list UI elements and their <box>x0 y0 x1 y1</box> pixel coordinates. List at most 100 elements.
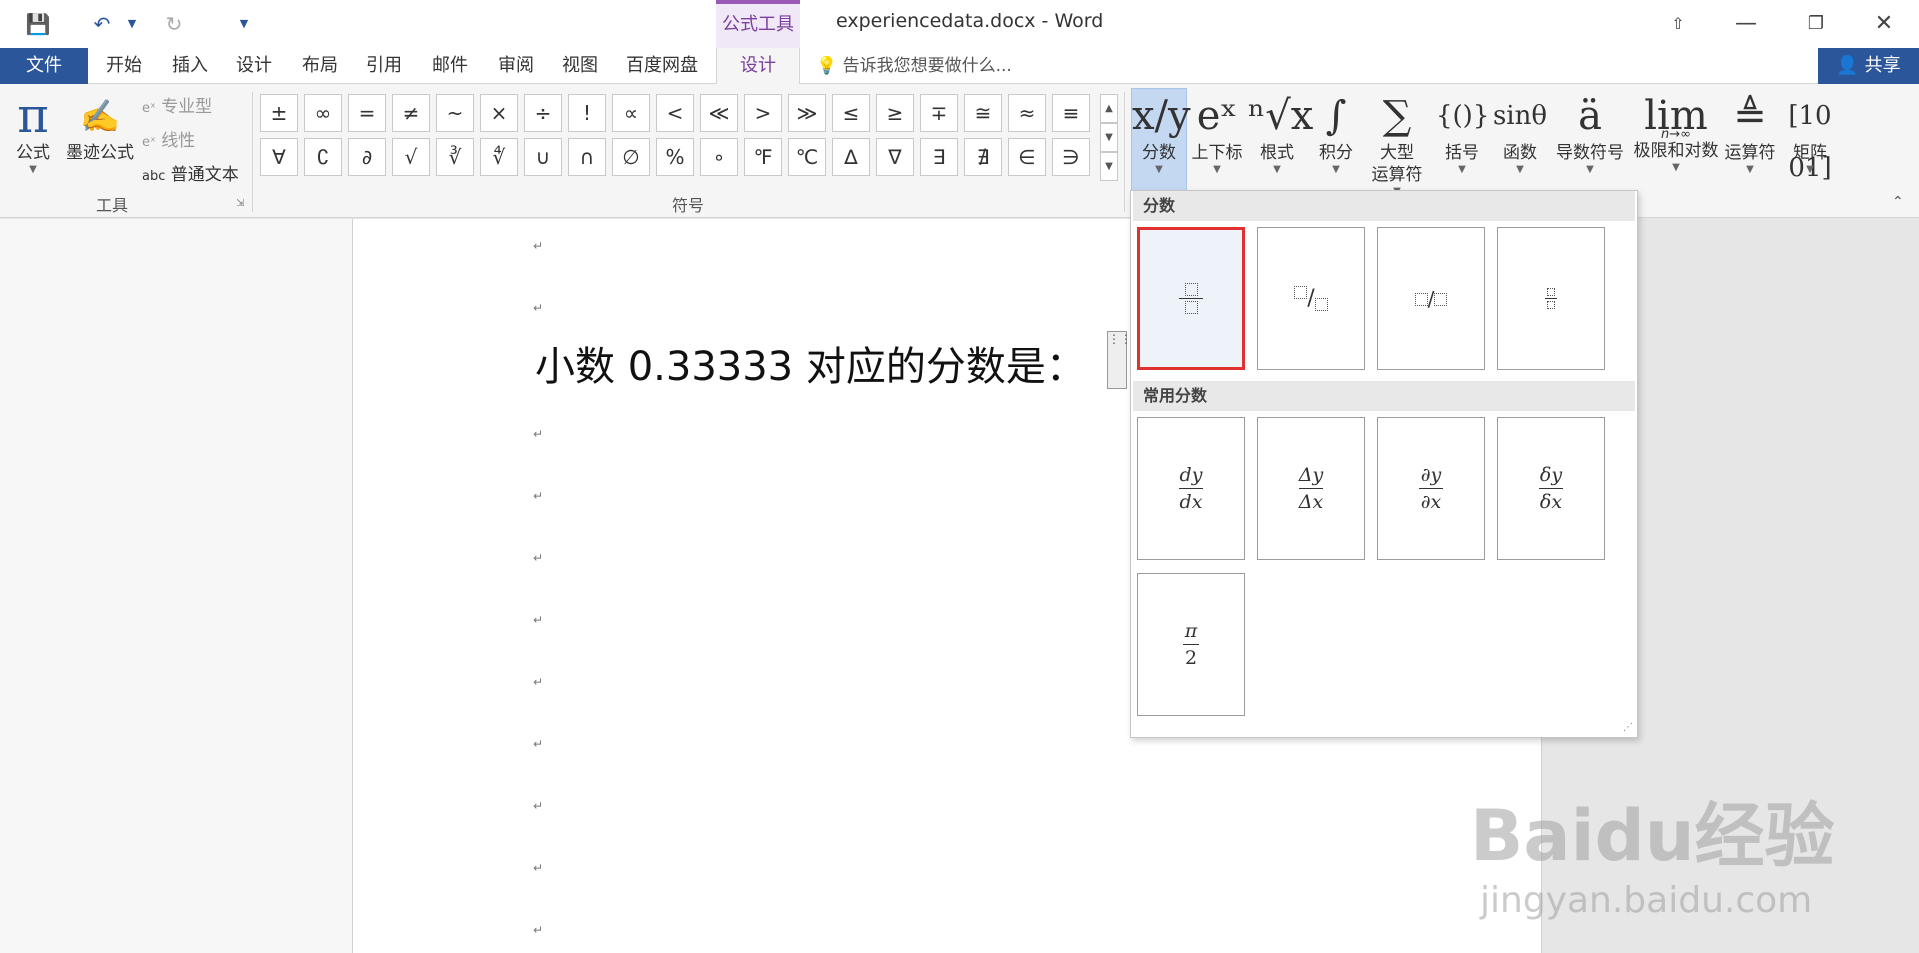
symbol-button[interactable]: ! <box>568 94 606 132</box>
symbol-button[interactable]: ∅ <box>612 138 650 176</box>
symbol-button[interactable]: ∋ <box>1052 138 1090 176</box>
numerator: δy <box>1539 464 1563 486</box>
symbol-button[interactable]: ∪ <box>524 138 562 176</box>
undo-icon[interactable]: ↶ <box>88 10 116 38</box>
fraction-delta-y-delta-x-tile[interactable]: Δy Δx <box>1257 417 1365 560</box>
fraction-button[interactable]: x/y 分数 ▼ <box>1132 90 1191 176</box>
small-fraction-tile[interactable] <box>1497 227 1605 370</box>
skewed-fraction-tile[interactable]: / <box>1257 227 1365 370</box>
tab-references[interactable]: 引用 <box>366 48 402 84</box>
tab-mailings[interactable]: 邮件 <box>432 48 468 84</box>
equation-button[interactable]: π 公式 ▼ <box>10 90 56 176</box>
symbol-button[interactable]: ÷ <box>524 94 562 132</box>
resize-grip-icon[interactable]: ⋰ <box>1623 722 1633 733</box>
symbol-button[interactable]: ℉ <box>744 138 782 176</box>
professional-format-button[interactable]: eˣ 专业型 <box>142 92 212 117</box>
symbol-button[interactable]: ∛ <box>436 138 474 176</box>
symbol-button[interactable]: % <box>656 138 694 176</box>
symbol-button[interactable]: ≠ <box>392 94 430 132</box>
tab-home[interactable]: 开始 <box>106 48 142 84</box>
radical-icon: ⁿ√x <box>1248 93 1314 139</box>
gallery-scroll-down-icon[interactable]: ▼ <box>1100 123 1118 152</box>
fraction-pi-over-2-tile[interactable]: π2 <box>1137 573 1245 716</box>
tab-design[interactable]: 设计 <box>236 48 272 84</box>
collapse-ribbon-icon[interactable]: ⌃ <box>1892 194 1904 210</box>
denominator: ∂x <box>1420 491 1442 513</box>
tell-me-search[interactable]: 💡 告诉我您想要做什么... <box>816 48 1012 84</box>
linear-fraction-tile[interactable]: / <box>1377 227 1485 370</box>
symbol-button[interactable]: ∀ <box>260 138 298 176</box>
symbol-button[interactable]: ~ <box>436 94 474 132</box>
symbol-button[interactable]: ∘ <box>700 138 738 176</box>
radical-button[interactable]: ⁿ√x 根式 ▼ <box>1248 90 1314 176</box>
symbol-button[interactable]: ≫ <box>788 94 826 132</box>
fraction-dy-dx-tile[interactable]: dy dx <box>1137 417 1245 560</box>
symbol-button[interactable]: ∃ <box>920 138 958 176</box>
dialog-launcher-icon[interactable]: ⇲ <box>236 198 244 209</box>
symbol-button[interactable]: ∓ <box>920 94 958 132</box>
symbol-button[interactable]: ∄ <box>964 138 1002 176</box>
symbol-button[interactable]: ∂ <box>348 138 386 176</box>
customize-qat-icon[interactable]: ▼ <box>230 10 258 38</box>
minimize-icon[interactable]: — <box>1726 8 1766 40</box>
fraction-small-delta-tile[interactable]: δy δx <box>1497 417 1605 560</box>
integral-button[interactable]: ∫ 积分 ▼ <box>1310 90 1362 176</box>
symbol-button[interactable]: ≡ <box>1052 94 1090 132</box>
symbol-button[interactable]: ∝ <box>612 94 650 132</box>
symbol-button[interactable]: ≈ <box>1008 94 1046 132</box>
tab-view[interactable]: 视图 <box>562 48 598 84</box>
fraction-pi-over-2: π2 <box>1183 620 1199 669</box>
linear-format-button[interactable]: eˣ 线性 <box>142 126 195 151</box>
plain-text-button[interactable]: abc 普通文本 <box>142 160 239 185</box>
accent-button[interactable]: ä 导数符号 ▼ <box>1552 90 1628 176</box>
fraction-partial-y-partial-x-tile[interactable]: ∂y ∂x <box>1377 417 1485 560</box>
close-icon[interactable]: ✕ <box>1864 8 1904 40</box>
operator-button[interactable]: ≜ 运算符 ▼ <box>1722 90 1778 176</box>
gallery-scroll-up-icon[interactable]: ▲ <box>1100 94 1118 123</box>
bracket-button[interactable]: {()} 括号 ▼ <box>1436 90 1489 176</box>
share-button[interactable]: 👤 共享 <box>1818 48 1919 84</box>
symbol-button[interactable]: ∜ <box>480 138 518 176</box>
symbol-button[interactable]: ∁ <box>304 138 342 176</box>
symbol-button[interactable]: = <box>348 94 386 132</box>
symbol-button[interactable]: ≅ <box>964 94 1002 132</box>
symbol-button[interactable]: ∞ <box>304 94 342 132</box>
script-button[interactable]: eˣ 上下标 ▼ <box>1188 90 1246 176</box>
symbol-button[interactable]: ∆ <box>832 138 870 176</box>
symbol-button[interactable]: × <box>480 94 518 132</box>
equation-handle-icon[interactable]: ⋮⋮ <box>1107 331 1132 389</box>
tab-baidu-netdisk[interactable]: 百度网盘 <box>626 48 698 84</box>
symbol-button[interactable]: ± <box>260 94 298 132</box>
gallery-more-icon[interactable]: ▼ <box>1100 152 1118 181</box>
symbol-button[interactable]: ≪ <box>700 94 738 132</box>
undo-dropdown-icon[interactable]: ▼ <box>118 10 146 38</box>
symbol-button[interactable]: ℃ <box>788 138 826 176</box>
symbol-button[interactable]: ∈ <box>1008 138 1046 176</box>
symbol-button[interactable]: > <box>744 94 782 132</box>
symbol-button[interactable]: ≥ <box>876 94 914 132</box>
tab-insert[interactable]: 插入 <box>172 48 208 84</box>
symbol-button[interactable]: < <box>656 94 694 132</box>
stacked-fraction-tile[interactable] <box>1137 227 1245 370</box>
large-operator-button[interactable]: ∑大型运算符▼ <box>1362 90 1432 198</box>
tab-layout[interactable]: 布局 <box>302 48 338 84</box>
symbol-button[interactable]: ≤ <box>832 94 870 132</box>
fraction-delta-y-delta-x: Δy Δx <box>1299 464 1323 513</box>
limit-and-log-button[interactable]: lim n→∞ 极限和对数 ▼ <box>1630 90 1722 174</box>
restore-icon[interactable]: ❐ <box>1796 8 1836 40</box>
symbol-button[interactable]: √ <box>392 138 430 176</box>
function-button[interactable]: sinθ 函数 ▼ <box>1490 90 1550 176</box>
save-icon[interactable]: 💾 <box>24 10 52 38</box>
tab-file[interactable]: 文件 <box>0 48 88 84</box>
ink-equation-button[interactable]: ✍ 墨迹公式 <box>62 90 138 164</box>
matrix-button[interactable]: [10 01] 矩阵 ▼ <box>1782 90 1838 183</box>
tab-equation-design[interactable]: 设计 <box>716 48 800 85</box>
symbol-button[interactable]: ∇ <box>876 138 914 176</box>
tab-review[interactable]: 审阅 <box>498 48 534 84</box>
redo-icon[interactable]: ↻ <box>160 10 188 38</box>
symbol-button[interactable]: ∩ <box>568 138 606 176</box>
lightbulb-icon: 💡 <box>816 56 838 76</box>
ribbon-display-options-icon[interactable]: ⇧ <box>1658 8 1698 40</box>
document-text-line[interactable]: 小数 0.33333 对应的分数是： <box>535 334 1086 392</box>
function-label: 函数 <box>1503 143 1537 163</box>
